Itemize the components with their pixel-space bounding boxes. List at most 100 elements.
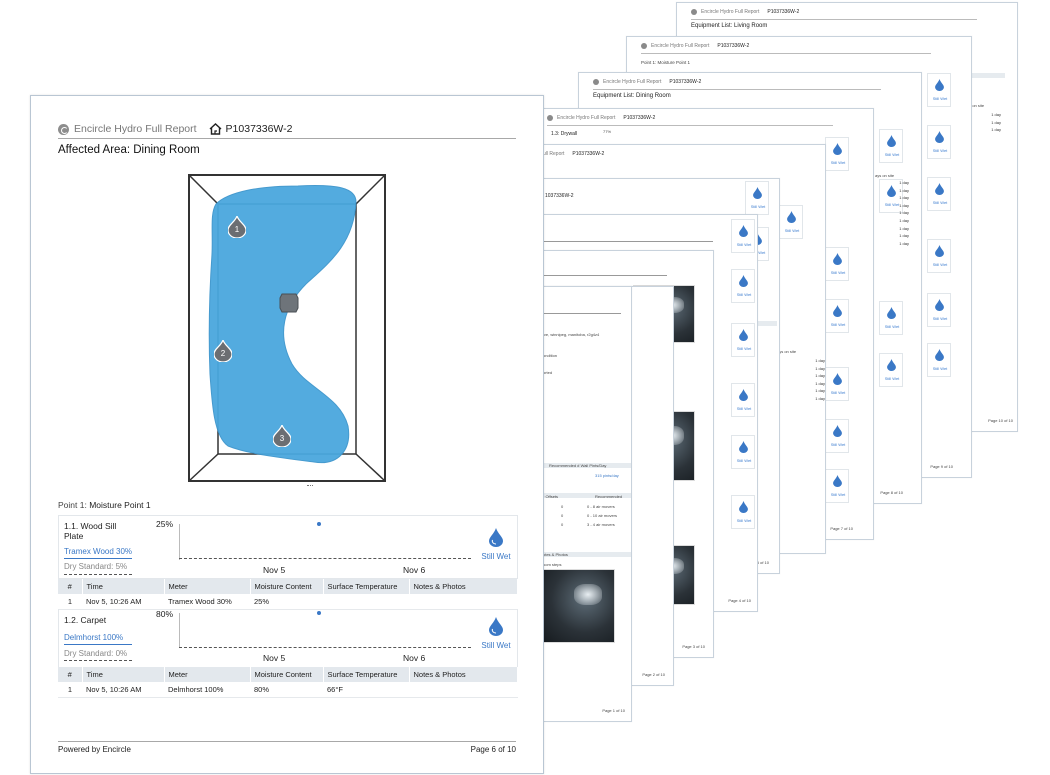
- pints-value: 315 pints/day: [595, 473, 619, 478]
- status-card: Still Wet: [879, 353, 903, 387]
- air-movers: 0 - 8 air movers: [587, 504, 615, 509]
- water-drop-icon: [935, 183, 944, 195]
- status-card: Still Wet: [825, 469, 849, 503]
- readings-table-2: # Time Meter Moisture Content Surface Te…: [58, 667, 518, 698]
- page-number: Page 6 of 10: [470, 745, 516, 754]
- photos-text: oom steps: [543, 562, 562, 567]
- dry-standard: Dry Standard: 5%: [64, 562, 128, 571]
- status-card: Still Wet: [731, 383, 755, 417]
- status-card: Still Wet: [927, 239, 951, 273]
- col-header: Meter: [164, 579, 251, 594]
- reading-point[interactable]: [317, 611, 321, 615]
- address-text: ive, winnipeg, manitoba, r2g4z4: [543, 332, 600, 337]
- col-header: Time: [82, 667, 165, 682]
- report-brand: Encircle Hydro Full Report: [74, 123, 197, 135]
- water-drop-icon: [935, 131, 944, 143]
- table-row: 1 Nov 5, 10:26 AM Tramex Wood 30% 25%: [58, 594, 518, 610]
- status-card: Still Wet: [825, 247, 849, 281]
- status-card: Still Wet: [825, 419, 849, 453]
- status-card: Still Wet: [927, 125, 951, 159]
- page-header: Encircle Hydro Full Report P1037336W-2: [593, 79, 701, 85]
- dry-legend-line: [64, 660, 132, 661]
- recommended-header: Recommended # Wall Pints/Day: [549, 463, 607, 468]
- page-header: Encircle Hydro Full Report P1037336W-2: [691, 9, 799, 15]
- chart-axis: [179, 613, 180, 647]
- water-drop-icon: [753, 187, 762, 199]
- status-card: Still Wet: [731, 269, 755, 303]
- max-value-label: 80%: [156, 609, 174, 619]
- water-drop-icon: [833, 253, 842, 265]
- days-header: ays on site: [875, 173, 895, 178]
- reading-point[interactable]: [317, 522, 321, 526]
- col-header: Moisture Content: [250, 667, 324, 682]
- water-drop-icon: [833, 143, 842, 155]
- table-header-row: # Time Meter Moisture Content Surface Te…: [58, 667, 518, 682]
- photos-header: otes & Photos: [543, 552, 568, 557]
- point-title: Point 1: Moisture Point 1: [58, 500, 151, 510]
- col-header: #: [58, 667, 83, 682]
- moisture-marker-2[interactable]: 2: [213, 338, 233, 363]
- reading-card-1: 1.1. Wood Sill Plate Tramex Wood 30% Dry…: [58, 515, 518, 579]
- meter-legend-line: [64, 558, 132, 559]
- table-header-row: # Time Meter Moisture Content Surface Te…: [58, 579, 518, 594]
- col-header: #: [58, 579, 83, 594]
- water-drop-icon: [887, 307, 896, 319]
- water-drop-icon: [489, 617, 503, 636]
- point-name: Moisture Point 1: [89, 500, 151, 510]
- water-drop-icon: [739, 441, 748, 453]
- page-header: Encircle Hydro Full Report P1037336W-2: [58, 123, 292, 135]
- dry-legend-line: [64, 574, 132, 575]
- page-footer: Page 7 of 10: [830, 526, 853, 531]
- water-drop-icon: [935, 299, 944, 311]
- page-header: Encircle Hydro Full Report P1037336W-2: [641, 43, 749, 49]
- status-card: Still Wet: [825, 367, 849, 401]
- page-title: Equipment List: Living Room: [691, 23, 768, 29]
- page-footer: Page 10 of 10: [988, 418, 1013, 423]
- point-prefix: Point 1:: [58, 500, 87, 510]
- air-movers: 3 - 4 air movers: [587, 522, 615, 527]
- moisture-marker-3[interactable]: 3: [272, 423, 292, 448]
- encircle-logo-icon: [58, 123, 69, 135]
- days-column: 1 day 1 day 1 day 1 day 1 day 1 day 1 day 1 day…: [899, 180, 909, 246]
- water-drop-icon: [833, 475, 842, 487]
- header-divider: [58, 138, 516, 139]
- water-drop-icon: [739, 275, 748, 287]
- page-footer: Page 8 of 10: [880, 490, 903, 495]
- reading-name: 1.1. Wood Sill Plate: [64, 521, 117, 541]
- page-footer: Page 2 of 10: [642, 672, 665, 677]
- status-card: Still Wet: [731, 323, 755, 357]
- reading-row: 1.3: Drywall: [551, 131, 578, 137]
- status-card: Still Wet: [731, 495, 755, 529]
- point-title: Point 1: Moisture Point 1: [641, 60, 691, 65]
- encircle-logo-icon: [691, 9, 697, 15]
- x-tick-label: Nov 6: [403, 565, 426, 575]
- water-drop-icon: [887, 359, 896, 371]
- page-title: Affected Area: Dining Room: [58, 144, 200, 156]
- house-icon: [209, 123, 222, 135]
- meter-name[interactable]: Tramex Wood 30%: [64, 547, 132, 556]
- status-card: Still Wet: [731, 219, 755, 253]
- project-id: P1037336W-2: [225, 123, 293, 135]
- page-footer: Page 9 of 10: [930, 464, 953, 469]
- days-column: 1 day 1 day 1 day 1 day 1 day 1 day: [815, 358, 825, 401]
- status-card: Still Wet: [927, 73, 951, 107]
- water-drop-icon: [739, 501, 748, 513]
- status-card: Still Wet: [879, 129, 903, 163]
- table-row: 1 Nov 5, 10:26 AM Delmhorst 100% 80% 66°…: [58, 682, 518, 698]
- water-drop-icon: [739, 389, 748, 401]
- meter-name[interactable]: Delmhorst 100%: [64, 633, 123, 642]
- water-drop-icon: [833, 305, 842, 317]
- air-movers: 0 - 10 air movers: [587, 513, 618, 518]
- moisture-marker-1[interactable]: 1: [227, 214, 247, 239]
- water-drop-icon: [833, 373, 842, 385]
- water-drop-icon: [787, 211, 796, 223]
- powered-by: Powered by Encircle: [58, 745, 131, 754]
- x-tick-label: Nov 5: [263, 653, 286, 663]
- report-page-1[interactable]: ive, winnipeg, manitoba, r2g4z4 ondition…: [540, 286, 632, 722]
- floorplan-resize-handle[interactable]: [307, 485, 313, 486]
- page-footer: Page 3 of 10: [682, 644, 705, 649]
- page-footer: Page 1 of 10: [602, 708, 625, 713]
- equipment-photo[interactable]: [541, 569, 615, 643]
- water-drop-icon: [935, 245, 944, 257]
- status-card: Still Wet: [745, 181, 769, 215]
